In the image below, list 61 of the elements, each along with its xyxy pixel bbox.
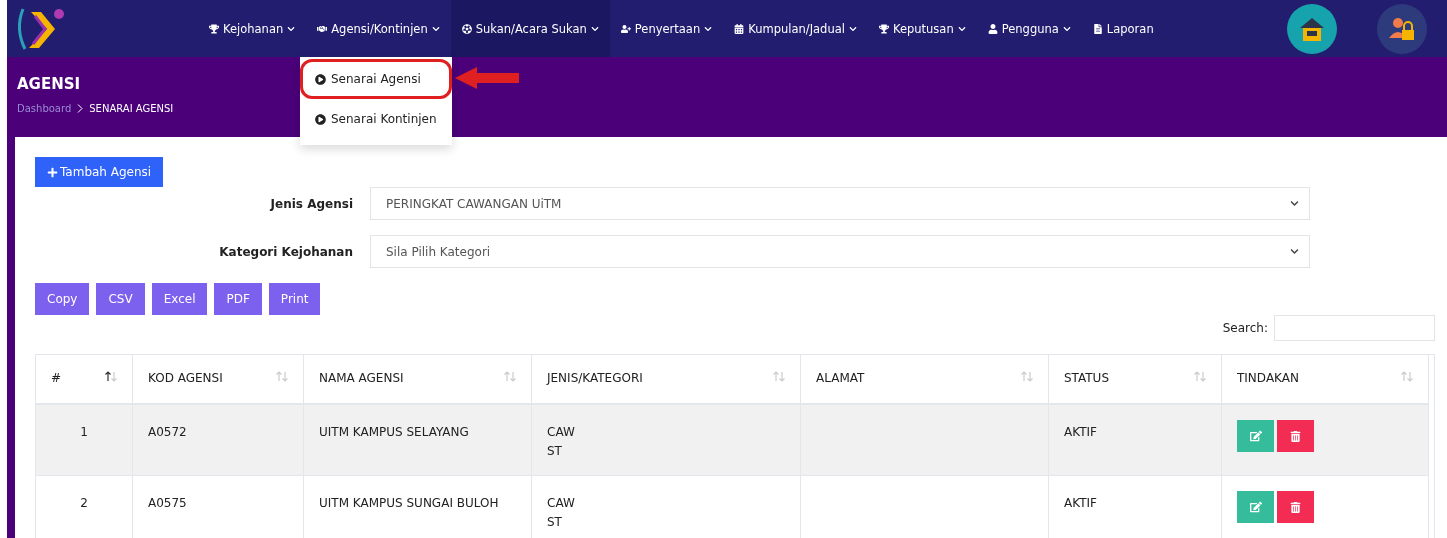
play-icon bbox=[315, 73, 326, 85]
caret-icon bbox=[1062, 24, 1071, 33]
user-plus-icon bbox=[620, 23, 631, 34]
edit-icon bbox=[1249, 430, 1262, 442]
handshake-icon bbox=[317, 23, 328, 34]
trash-icon bbox=[1290, 501, 1301, 513]
delete-button[interactable] bbox=[1277, 491, 1314, 523]
export-button[interactable]: PDF bbox=[214, 283, 262, 315]
dropdown-item[interactable]: Senarai Kontinjen bbox=[300, 99, 452, 139]
nav-menu-item[interactable]: Kejohanan bbox=[198, 0, 307, 57]
edit-button[interactable] bbox=[1237, 420, 1274, 452]
filter-select[interactable]: Sila Pilih Kategori bbox=[370, 235, 1310, 268]
table-cell: CAW ST bbox=[532, 405, 801, 476]
document-icon bbox=[1092, 23, 1103, 34]
table-cell: UITM KAMPUS SELAYANG bbox=[304, 405, 532, 476]
table-cell: AKTIF bbox=[1049, 405, 1222, 476]
user-lock-icon[interactable] bbox=[1377, 3, 1427, 54]
caret-icon bbox=[957, 24, 966, 33]
export-button[interactable]: Excel bbox=[151, 283, 208, 315]
user-icon bbox=[987, 23, 998, 34]
trash-icon bbox=[1290, 430, 1301, 442]
breadcrumb-current: SENARAI AGENSI bbox=[89, 103, 174, 114]
nav-menu-item[interactable]: Sukan/Acara Sukan bbox=[450, 0, 610, 57]
nav-menu-item[interactable]: Agensi/Kontinjen bbox=[306, 0, 451, 57]
caret-icon bbox=[848, 24, 857, 33]
table-cell: 1 bbox=[36, 405, 133, 476]
filter-label: Kategori Kejohanan bbox=[218, 244, 354, 259]
caret-icon bbox=[431, 24, 440, 33]
nav-menu-item[interactable]: Laporan bbox=[1081, 0, 1165, 57]
calendar-icon bbox=[734, 23, 745, 34]
chevron-right-icon bbox=[77, 104, 84, 113]
export-button[interactable]: Print bbox=[268, 283, 321, 315]
page-title: AGENSI bbox=[17, 75, 81, 93]
search-field[interactable] bbox=[1274, 315, 1435, 341]
edit-button[interactable] bbox=[1237, 491, 1274, 523]
chevron-icon bbox=[1290, 247, 1299, 256]
filter-label: Jenis Agensi bbox=[268, 196, 354, 211]
plus-icon bbox=[47, 166, 58, 178]
delete-button[interactable] bbox=[1277, 420, 1314, 452]
caret-icon bbox=[704, 24, 713, 33]
home-icon[interactable] bbox=[1287, 3, 1337, 54]
annotation-arrow bbox=[455, 67, 519, 89]
trophy-icon bbox=[209, 23, 219, 34]
chevron-icon bbox=[1290, 199, 1299, 208]
add-agency-button[interactable]: Tambah Agensi bbox=[35, 157, 164, 187]
caret-icon bbox=[590, 24, 599, 33]
search-label: Search: bbox=[1222, 321, 1268, 335]
play-icon bbox=[315, 113, 326, 125]
nav-menu-item[interactable]: Penyertaan bbox=[609, 0, 724, 57]
nav-menu-item[interactable]: Kumpulan/Jadual bbox=[723, 0, 868, 57]
edit-icon bbox=[1249, 501, 1262, 513]
trophy-icon bbox=[878, 23, 889, 34]
nav-menu-item[interactable]: Keputusan bbox=[867, 0, 977, 57]
export-button[interactable]: Copy bbox=[35, 283, 90, 315]
caret-icon bbox=[287, 24, 296, 33]
breadcrumb-link[interactable]: Dashboard bbox=[17, 103, 72, 114]
nav-menu-item[interactable]: Pengguna bbox=[976, 0, 1082, 57]
dropdown-item[interactable]: Senarai Agensi bbox=[300, 59, 452, 99]
export-button[interactable]: CSV bbox=[96, 283, 145, 315]
table-cell: A0572 bbox=[133, 405, 304, 476]
filter-select[interactable]: PERINGKAT CAWANGAN UiTM bbox=[370, 187, 1310, 220]
